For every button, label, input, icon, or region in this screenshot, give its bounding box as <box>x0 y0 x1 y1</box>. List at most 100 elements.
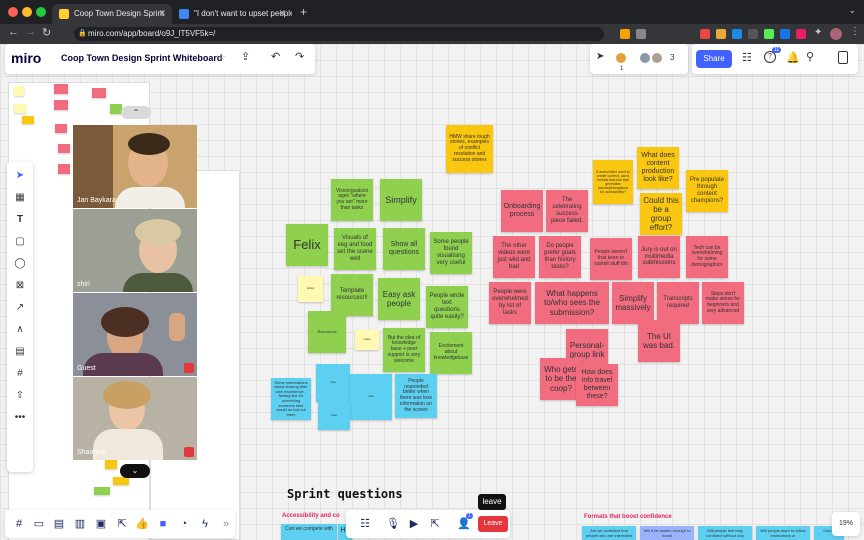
sticky-note[interactable]: Visuals of veg and food set the scene we… <box>334 228 376 270</box>
extension-icon[interactable] <box>716 29 726 39</box>
pen-icon[interactable]: ∧ <box>12 322 28 338</box>
address-input[interactable]: 🔒 miro.com/app/board/o9J_lT5VF5k=/ <box>74 27 604 41</box>
video-camera-icon[interactable]: ■ <box>155 516 171 532</box>
zoom-level[interactable]: 19% <box>832 512 860 536</box>
sticky-note[interactable]: The other videos were just wild and bad <box>493 236 535 278</box>
sticky-note[interactable]: Show all questions <box>383 228 425 270</box>
chevron-down-icon[interactable]: ⌄ <box>120 464 150 478</box>
window-close-button[interactable] <box>8 7 18 17</box>
microphone-icon[interactable]: 🎙 <box>385 516 401 532</box>
sticky-note[interactable]: sticky <box>298 276 323 302</box>
collapse-icon[interactable]: » <box>218 516 234 532</box>
extension-icon[interactable] <box>764 29 774 39</box>
sticky-note[interactable]: But the idea of knowledge base + peer su… <box>383 328 425 372</box>
window-minimize-button[interactable] <box>22 7 32 17</box>
comments-icon[interactable]: ▤ <box>51 516 67 532</box>
star-icon[interactable]: ☆ <box>218 52 226 63</box>
extension-icon[interactable] <box>748 29 758 39</box>
export-icon[interactable]: ⇱ <box>114 516 130 532</box>
call-settings-icon[interactable]: ☷ <box>357 516 373 532</box>
extension-icon[interactable] <box>796 29 806 39</box>
cursor-toggle-icon[interactable]: ➤ <box>596 51 604 62</box>
close-tab-icon[interactable]: ✕ <box>278 8 286 19</box>
extension-icon[interactable] <box>636 29 646 39</box>
board-panel-icon[interactable] <box>838 51 848 64</box>
extension-icon[interactable] <box>780 29 790 39</box>
settings-sliders-icon[interactable]: ☷ <box>742 51 752 64</box>
forward-icon[interactable]: → <box>25 26 36 38</box>
board-title[interactable]: Coop Town Design Sprint Whiteboard <box>61 53 222 63</box>
sticky-note[interactable]: Simplify <box>380 179 422 221</box>
sticky-note[interactable]: note <box>350 374 392 420</box>
sticky-note[interactable]: Simplify massively <box>612 282 654 324</box>
sticky-note[interactable]: HMW share tough stories, examples of con… <box>446 125 493 173</box>
question-card[interactable]: Will people learn to follow instructions… <box>756 526 810 540</box>
sticky-note[interactable]: Onboarding process <box>501 190 543 232</box>
sticky-note[interactable]: People responded better when there was l… <box>395 374 437 418</box>
sticky-note[interactable]: Some reservations about sharing their ow… <box>271 378 311 420</box>
sticky-note[interactable]: Transcripts required <box>657 282 699 324</box>
sticky-note[interactable]: Could this be a group effort? <box>640 193 682 235</box>
video-tile-guest[interactable]: Guest <box>73 293 197 376</box>
extension-icon[interactable] <box>732 29 742 39</box>
tab-upset-people[interactable]: "I don't want to upset people" ✕ <box>172 4 292 24</box>
sticky-note[interactable]: People were overwhelmed by list of tasks <box>489 282 531 324</box>
bell-icon[interactable]: 🔔 <box>786 51 800 64</box>
sticky-note[interactable]: note <box>316 364 350 402</box>
question-card[interactable]: Can we compete with <box>281 524 337 540</box>
sticky-note[interactable]: Vision/goals/st ages "where you are" mor… <box>331 179 373 221</box>
sticky-note[interactable]: People weren't that keen to submit stuff… <box>590 238 632 280</box>
sticky-note[interactable]: What happens to/who sees the submission? <box>535 282 609 324</box>
sticky-note[interactable]: Tech can be overwhelming for some demogr… <box>686 236 728 278</box>
user-avatar[interactable] <box>614 51 628 65</box>
puzzle-icon[interactable]: ✦ <box>814 27 822 38</box>
sticky-note-icon[interactable]: ▢ <box>12 234 28 250</box>
frame-icon[interactable]: # <box>12 366 28 382</box>
more-tools-icon[interactable]: ••• <box>12 410 28 426</box>
profile-avatar[interactable] <box>830 28 842 40</box>
collaborator-count[interactable]: 3 <box>670 53 674 62</box>
window-maximize-button[interactable] <box>36 7 46 17</box>
new-tab-button[interactable]: + <box>300 5 307 19</box>
select-cursor-icon[interactable]: ➤ <box>12 168 28 184</box>
timer-icon[interactable]: ◔ <box>176 516 192 532</box>
sticky-note[interactable]: Jury is out on multimedia submissions <box>638 236 680 278</box>
question-card[interactable]: Are we confident that people who are int… <box>582 526 636 540</box>
sticky-note[interactable]: Resources <box>308 311 346 353</box>
sticky-note[interactable]: If audio/video used to create content, c… <box>593 160 633 204</box>
tab-search-chevron-icon[interactable]: ⌄ <box>848 5 856 16</box>
frame-x-icon[interactable]: ⊠ <box>12 278 28 294</box>
shape-icon[interactable]: ◯ <box>12 256 28 272</box>
upload-icon[interactable]: ⇧ <box>12 388 28 404</box>
video-tile-shaunna[interactable]: Shaunna <box>73 377 197 460</box>
menu-icon[interactable]: ⋮ <box>850 26 860 37</box>
collaborator-avatar[interactable] <box>650 51 664 65</box>
video-tile-jan[interactable]: Jan Baykara <box>73 125 197 208</box>
sticky-note[interactable]: Steps don't make sense for beginners and… <box>702 282 744 324</box>
sticky-note[interactable]: People wrote text questions quite easily… <box>426 286 468 328</box>
sticky-note[interactable]: The UI was bad. <box>638 320 680 362</box>
vote-icon[interactable]: 👍 <box>134 516 150 532</box>
reload-icon[interactable]: ↻ <box>42 26 51 39</box>
sticky-note[interactable]: Do people prefer goals than history task… <box>539 236 581 278</box>
comment-icon[interactable]: ▤ <box>12 344 28 360</box>
video-tile-shiri[interactable]: shiri <box>73 209 197 292</box>
whiteboard-canvas[interactable]: ⌃ Jan Baykara shiri Guest Shaunna ⌄ miro… <box>0 44 864 540</box>
sticky-note[interactable]: The celebrating success piece failed. <box>546 190 588 232</box>
share-screen-icon[interactable]: ⇱ <box>427 516 443 532</box>
sticky-note[interactable]: notes <box>355 330 379 350</box>
question-card[interactable]: Will it be usable enough to boost <box>640 526 694 540</box>
sticky-note[interactable]: What does content production look like? <box>637 147 679 189</box>
sticky-note[interactable]: Easy ask people <box>378 278 420 320</box>
extension-icon[interactable] <box>700 29 710 39</box>
sticky-note[interactable]: Felix <box>286 224 328 266</box>
sticky-note[interactable]: Pre populate through content champions? <box>686 170 728 212</box>
template-icon[interactable]: ▦ <box>12 190 28 206</box>
frames-icon[interactable]: # <box>11 516 27 532</box>
leave-button[interactable]: Leave <box>478 516 508 532</box>
chevron-up-icon[interactable]: ⌃ <box>121 106 151 119</box>
screen-share-icon[interactable]: ▣ <box>93 516 109 532</box>
back-icon[interactable]: ← <box>8 26 19 38</box>
question-card[interactable]: Will people feel truly confident without… <box>698 526 752 540</box>
undo-icon[interactable]: ↶ <box>271 50 280 63</box>
